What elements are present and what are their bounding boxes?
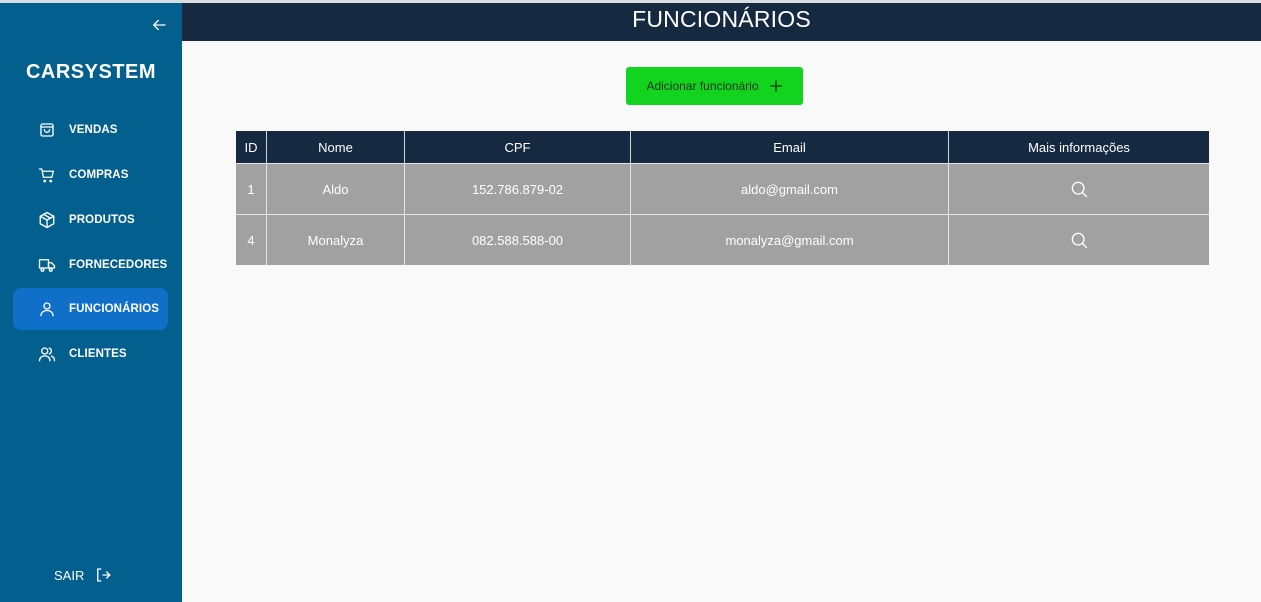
sidebar-item-label: COMPRAS [69, 169, 129, 181]
column-header-mais-informacoes: Mais informações [1028, 139, 1130, 155]
column-header-email: Email [631, 131, 949, 163]
sidebar-item-label: CLIENTES [69, 348, 127, 360]
add-employee-label: Adicionar funcionário [646, 79, 759, 93]
column-header-nome: Nome [267, 131, 405, 163]
search-icon[interactable] [1069, 230, 1089, 250]
cell-id: 1 [236, 164, 267, 214]
cell-nome: Aldo [267, 164, 405, 214]
sidebar-item-label: VENDAS [69, 124, 118, 136]
sidebar-item-label: FUNCIONÁRIOS [69, 303, 160, 315]
cell-mais-informacoes [949, 215, 1209, 265]
logout-button[interactable]: SAIR [54, 566, 112, 584]
cell-mais-informacoes [949, 164, 1209, 214]
sidebar-item-vendas[interactable]: VENDAS [13, 109, 168, 151]
sidebar-item-label: FORNECEDORES [69, 259, 168, 271]
sidebar-item-label: PRODUTOS [69, 214, 135, 226]
sidebar-item-funcionarios[interactable]: FUNCIONÁRIOS [13, 288, 168, 330]
cell-email: monalyza@gmail.com [631, 215, 949, 265]
employees-table: ID Nome CPF Email Mais informações 1 Ald… [236, 131, 1209, 265]
table-header: ID Nome CPF Email Mais informações [236, 131, 1209, 163]
table-row: 1 Aldo 152.786.879-02 aldo@gmail.com [236, 163, 1209, 214]
header-top-border [182, 0, 1261, 3]
shopping-bag-icon [40, 123, 54, 137]
users-icon [38, 347, 56, 362]
cell-email: aldo@gmail.com [631, 164, 949, 214]
logout-icon [97, 568, 111, 582]
arrow-left-icon[interactable] [150, 16, 168, 34]
cell-id: 4 [236, 215, 267, 265]
page-title: FUNCIONÁRIOS [632, 6, 811, 32]
sidebar-top-border [0, 0, 182, 3]
cell-cpf: 152.786.879-02 [405, 164, 631, 214]
sidebar: CARSYSTEM VENDAS COMPRAS PRODUTOS FORNEC… [0, 0, 182, 602]
column-header-cpf: CPF [405, 131, 631, 163]
column-header-id: ID [236, 131, 267, 163]
table-row: 4 Monalyza 082.588.588-00 monalyza@gmail… [236, 214, 1209, 265]
sidebar-item-produtos[interactable]: PRODUTOS [13, 199, 168, 241]
package-icon [39, 211, 55, 229]
logout-label: SAIR [54, 567, 85, 583]
add-employee-button[interactable]: Adicionar funcionário [626, 67, 803, 105]
sidebar-item-fornecedores[interactable]: FORNECEDORES [13, 244, 168, 286]
search-icon[interactable] [1069, 179, 1089, 199]
truck-icon [38, 259, 56, 272]
brand-logo: CARSYSTEM [25, 61, 157, 83]
app: CARSYSTEM VENDAS COMPRAS PRODUTOS FORNEC… [0, 0, 1261, 602]
cell-nome: Monalyza [267, 215, 405, 265]
sidebar-item-compras[interactable]: COMPRAS [13, 154, 168, 196]
plus-icon [769, 80, 782, 92]
user-icon [40, 302, 54, 317]
sidebar-item-clientes[interactable]: CLIENTES [13, 333, 168, 375]
shopping-cart-icon [38, 168, 55, 183]
cell-cpf: 082.588.588-00 [405, 215, 631, 265]
page-header: FUNCIONÁRIOS [182, 0, 1261, 41]
